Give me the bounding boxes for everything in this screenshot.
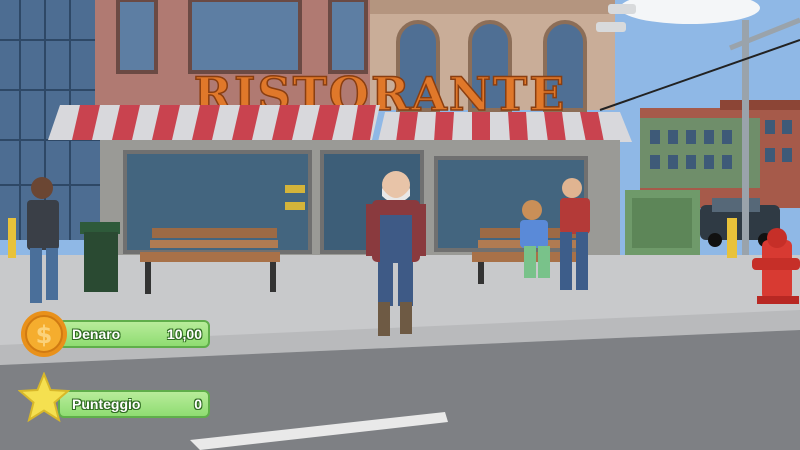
score-value: 0 [194, 396, 202, 412]
money-label: Denaro [72, 326, 121, 342]
game-scene: RISTORANTE [0, 0, 800, 450]
money-panel: Denaro 10,00 [58, 320, 210, 348]
dollar-coin-icon: $ [21, 311, 67, 357]
score-panel: Punteggio 0 [58, 390, 210, 418]
star-icon [18, 372, 70, 423]
score-label: Punteggio [72, 396, 141, 412]
svg-text:$: $ [36, 321, 53, 349]
trash-can [80, 222, 120, 292]
money-value: 10,00 [166, 326, 202, 342]
street-pole [742, 20, 749, 262]
